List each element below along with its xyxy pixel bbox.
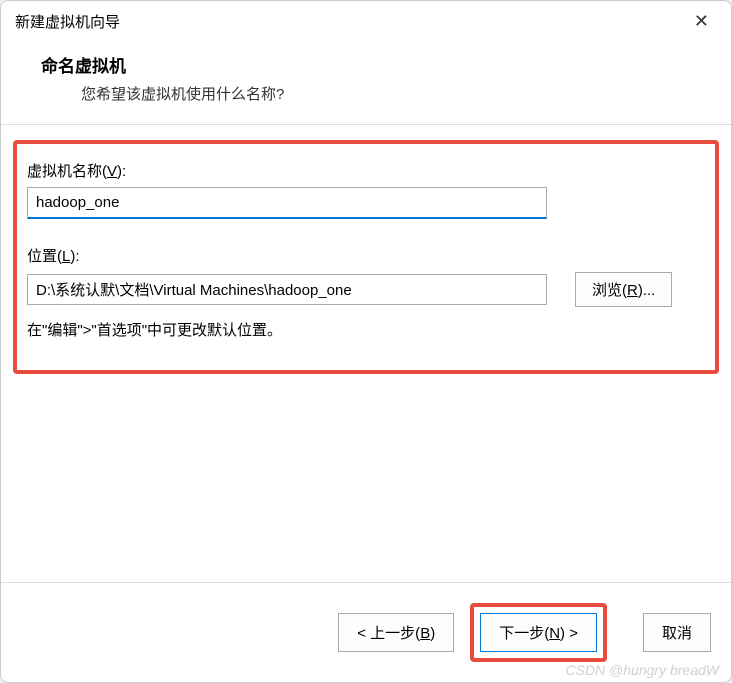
header-subtitle: 您希望该虚拟机使用什么名称? [81,83,691,104]
header-section: 命名虚拟机 您希望该虚拟机使用什么名称? [1,42,731,124]
watermark: CSDN @hungry breadW [566,662,720,678]
header-title: 命名虚拟机 [41,52,691,77]
location-row: 浏览(R)... [27,272,705,307]
next-button-highlight: 下一步(N) > [470,603,607,662]
location-input[interactable] [27,274,547,305]
wizard-dialog: 新建虚拟机向导 ✕ 命名虚拟机 您希望该虚拟机使用什么名称? 虚拟机名称(V):… [0,0,732,683]
browse-button[interactable]: 浏览(R)... [575,272,672,307]
cancel-button[interactable]: 取消 [643,613,711,652]
back-button[interactable]: < 上一步(B) [338,613,454,652]
highlighted-form-area: 虚拟机名称(V): 位置(L): 浏览(R)... 在"编辑">"首选项"中可更… [13,140,719,374]
location-label: 位置(L): [27,245,705,266]
dialog-title: 新建虚拟机向导 [15,11,120,32]
vm-name-input[interactable] [27,187,547,219]
default-location-hint: 在"编辑">"首选项"中可更改默认位置。 [27,319,705,340]
title-bar: 新建虚拟机向导 ✕ [1,1,731,42]
vm-name-label: 虚拟机名称(V): [27,160,705,181]
close-icon[interactable]: ✕ [686,9,717,34]
content-area: 虚拟机名称(V): 位置(L): 浏览(R)... 在"编辑">"首选项"中可更… [1,125,731,582]
next-button[interactable]: 下一步(N) > [480,613,597,652]
